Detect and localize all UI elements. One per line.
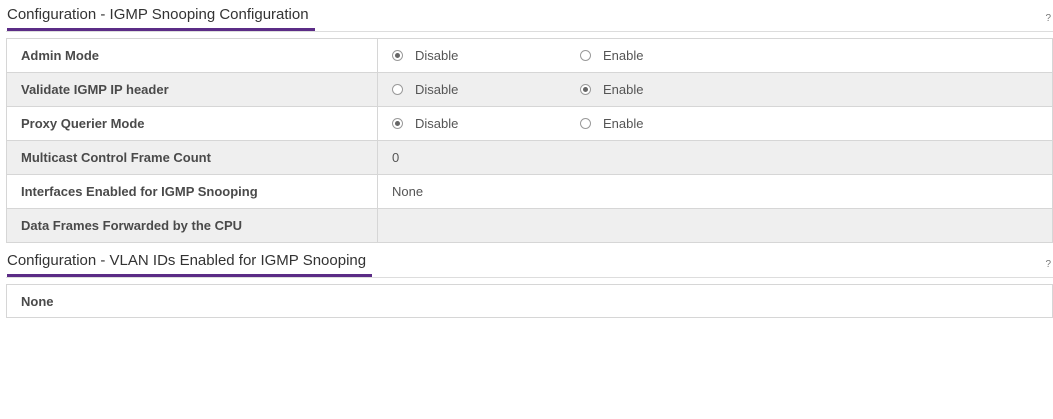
admin-mode-disable-radio[interactable]	[392, 49, 403, 61]
validate-ip-header-label: Validate IGMP IP header	[6, 72, 378, 107]
admin-mode-label: Admin Mode	[6, 38, 378, 73]
validate-ip-header-disable-radio[interactable]	[392, 83, 403, 95]
igmp-snooping-config-section: Configuration - IGMP Snooping Configurat…	[6, 0, 1053, 243]
vlan-ids-table: None	[6, 284, 1053, 318]
proxy-querier-mode-disable-radio[interactable]	[392, 117, 403, 129]
admin-mode-enable-option[interactable]: Enable	[580, 48, 768, 63]
proxy-querier-mode-enable-radio[interactable]	[580, 117, 591, 129]
row-vlan-ids: None	[6, 284, 1053, 318]
vlan-ids-section: Configuration - VLAN IDs Enabled for IGM…	[6, 246, 1053, 318]
admin-mode-radio-group: Disable Enable	[392, 48, 768, 63]
proxy-querier-mode-control: Disable Enable	[377, 106, 1053, 141]
multicast-control-frame-count-value: 0	[377, 140, 1053, 175]
proxy-querier-mode-enable-label: Enable	[603, 115, 644, 131]
section-title: Configuration - VLAN IDs Enabled for IGM…	[7, 252, 373, 277]
data-frames-forwarded-label: Data Frames Forwarded by the CPU	[6, 208, 378, 243]
admin-mode-enable-radio[interactable]	[580, 49, 591, 61]
validate-ip-header-enable-option[interactable]: Enable	[580, 82, 768, 97]
proxy-querier-mode-label: Proxy Querier Mode	[6, 106, 378, 141]
igmp-config-table: Admin Mode Disable Enable Validate IGMP …	[6, 38, 1053, 243]
admin-mode-control: Disable Enable	[377, 38, 1053, 73]
validate-ip-header-radio-group: Disable Enable	[392, 82, 768, 97]
proxy-querier-mode-radio-group: Disable Enable	[392, 116, 768, 131]
validate-ip-header-enable-label: Enable	[603, 81, 644, 97]
multicast-control-frame-count-label: Multicast Control Frame Count	[6, 140, 378, 175]
interfaces-enabled-value: None	[377, 174, 1053, 209]
vlan-ids-value: None	[6, 284, 1053, 318]
row-interfaces-enabled: Interfaces Enabled for IGMP Snooping Non…	[6, 174, 1053, 209]
row-proxy-querier-mode: Proxy Querier Mode Disable Enable	[6, 106, 1053, 141]
proxy-querier-mode-enable-option[interactable]: Enable	[580, 116, 768, 131]
row-admin-mode: Admin Mode Disable Enable	[6, 38, 1053, 73]
proxy-querier-mode-disable-option[interactable]: Disable	[392, 116, 580, 131]
row-data-frames-forwarded: Data Frames Forwarded by the CPU	[6, 208, 1053, 243]
admin-mode-enable-label: Enable	[603, 47, 644, 63]
proxy-querier-mode-disable-label: Disable	[415, 115, 459, 131]
validate-ip-header-control: Disable Enable	[377, 72, 1053, 107]
admin-mode-disable-option[interactable]: Disable	[392, 48, 580, 63]
section-header: Configuration - IGMP Snooping Configurat…	[6, 0, 1053, 32]
row-validate-ip-header: Validate IGMP IP header Disable Enable	[6, 72, 1053, 107]
admin-mode-disable-label: Disable	[415, 47, 459, 63]
validate-ip-header-disable-option[interactable]: Disable	[392, 82, 580, 97]
section-header: Configuration - VLAN IDs Enabled for IGM…	[6, 246, 1053, 278]
data-frames-forwarded-value	[377, 208, 1053, 243]
row-multicast-control-frame-count: Multicast Control Frame Count 0	[6, 140, 1053, 175]
help-icon[interactable]: ?	[1045, 259, 1051, 270]
validate-ip-header-disable-label: Disable	[415, 81, 459, 97]
section-title: Configuration - IGMP Snooping Configurat…	[7, 6, 315, 31]
help-icon[interactable]: ?	[1045, 13, 1051, 24]
validate-ip-header-enable-radio[interactable]	[580, 83, 591, 95]
interfaces-enabled-label: Interfaces Enabled for IGMP Snooping	[6, 174, 378, 209]
